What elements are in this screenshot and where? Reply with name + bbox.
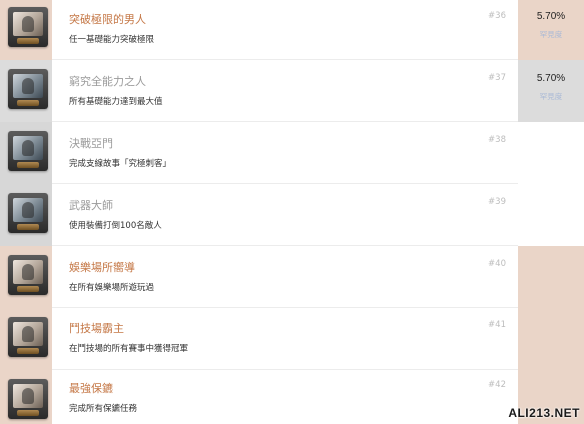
row-side-panel bbox=[518, 246, 584, 308]
row-main bbox=[52, 184, 518, 246]
achievement-badge-icon bbox=[8, 131, 48, 171]
unlock-percent: 5.70% bbox=[536, 11, 566, 22]
achievement-number: #42 bbox=[488, 380, 506, 390]
achievement-badge-icon bbox=[8, 317, 48, 357]
achievement-title: 決戰亞門 bbox=[69, 137, 113, 150]
achievement-badge-icon bbox=[8, 69, 48, 109]
achievement-number: #38 bbox=[488, 135, 506, 145]
row-main bbox=[52, 308, 518, 370]
achievement-badge-icon bbox=[8, 7, 48, 47]
row-side-panel bbox=[518, 308, 584, 370]
achievement-number: #40 bbox=[488, 259, 506, 269]
row-side-panel bbox=[518, 184, 584, 246]
row-main bbox=[52, 122, 518, 184]
achievement-row[interactable]: 娛樂場所嚮導 在所有娛樂場所遊玩過 #40 bbox=[0, 246, 584, 308]
achievement-row[interactable]: 武器大師 使用裝備打倒100名敵人 #39 bbox=[0, 184, 584, 246]
achievement-description: 完成支線故事「究極刺客」 bbox=[69, 159, 172, 169]
unlock-percent: 5.70% bbox=[536, 73, 566, 84]
achievement-title: 娛樂場所嚮導 bbox=[69, 261, 135, 274]
achievement-number: #41 bbox=[488, 320, 506, 330]
achievement-number: #36 bbox=[488, 11, 506, 21]
achievement-badge-icon bbox=[8, 193, 48, 233]
achievement-description: 在所有娛樂場所遊玩過 bbox=[69, 283, 155, 293]
achievement-title: 最強保鑣 bbox=[69, 382, 113, 395]
row-side-panel bbox=[518, 122, 584, 184]
achievement-row[interactable]: 突破極限的男人 任一基礎能力突破極限 #36 5.70% 罕見度 bbox=[0, 0, 584, 60]
achievement-number: #37 bbox=[488, 73, 506, 83]
achievement-description: 使用裝備打倒100名敵人 bbox=[69, 221, 162, 231]
achievement-list: 突破極限的男人 任一基礎能力突破極限 #36 5.70% 罕見度 窮究全能力之人… bbox=[0, 0, 584, 424]
rarity-link[interactable]: 罕見度 bbox=[518, 29, 584, 40]
row-main bbox=[52, 60, 518, 122]
achievement-title: 突破極限的男人 bbox=[69, 13, 146, 26]
achievement-description: 所有基礎能力達到最大值 bbox=[69, 97, 163, 107]
achievement-description: 在鬥技場的所有賽事中獲得冠軍 bbox=[69, 344, 189, 354]
row-main bbox=[52, 370, 518, 424]
achievement-title: 武器大師 bbox=[69, 199, 113, 212]
rarity-link[interactable]: 罕見度 bbox=[518, 91, 584, 102]
achievement-badge-icon bbox=[8, 255, 48, 295]
achievement-row[interactable]: 最強保鑣 完成所有保鑣任務 #42 bbox=[0, 370, 584, 424]
achievement-title: 窮究全能力之人 bbox=[69, 75, 146, 88]
row-main bbox=[52, 0, 518, 60]
achievement-number: #39 bbox=[488, 197, 506, 207]
achievement-badge-icon bbox=[8, 379, 48, 419]
achievement-row[interactable]: 決戰亞門 完成支線故事「究極刺客」 #38 bbox=[0, 122, 584, 184]
row-main bbox=[52, 246, 518, 308]
achievement-title: 鬥技場霸主 bbox=[69, 322, 124, 335]
site-watermark: ALI213.NET bbox=[508, 406, 580, 420]
achievement-description: 完成所有保鑣任務 bbox=[69, 404, 138, 414]
achievement-row[interactable]: 窮究全能力之人 所有基礎能力達到最大值 #37 5.70% 罕見度 bbox=[0, 60, 584, 122]
achievement-description: 任一基礎能力突破極限 bbox=[69, 35, 155, 45]
achievement-row[interactable]: 鬥技場霸主 在鬥技場的所有賽事中獲得冠軍 #41 bbox=[0, 308, 584, 370]
